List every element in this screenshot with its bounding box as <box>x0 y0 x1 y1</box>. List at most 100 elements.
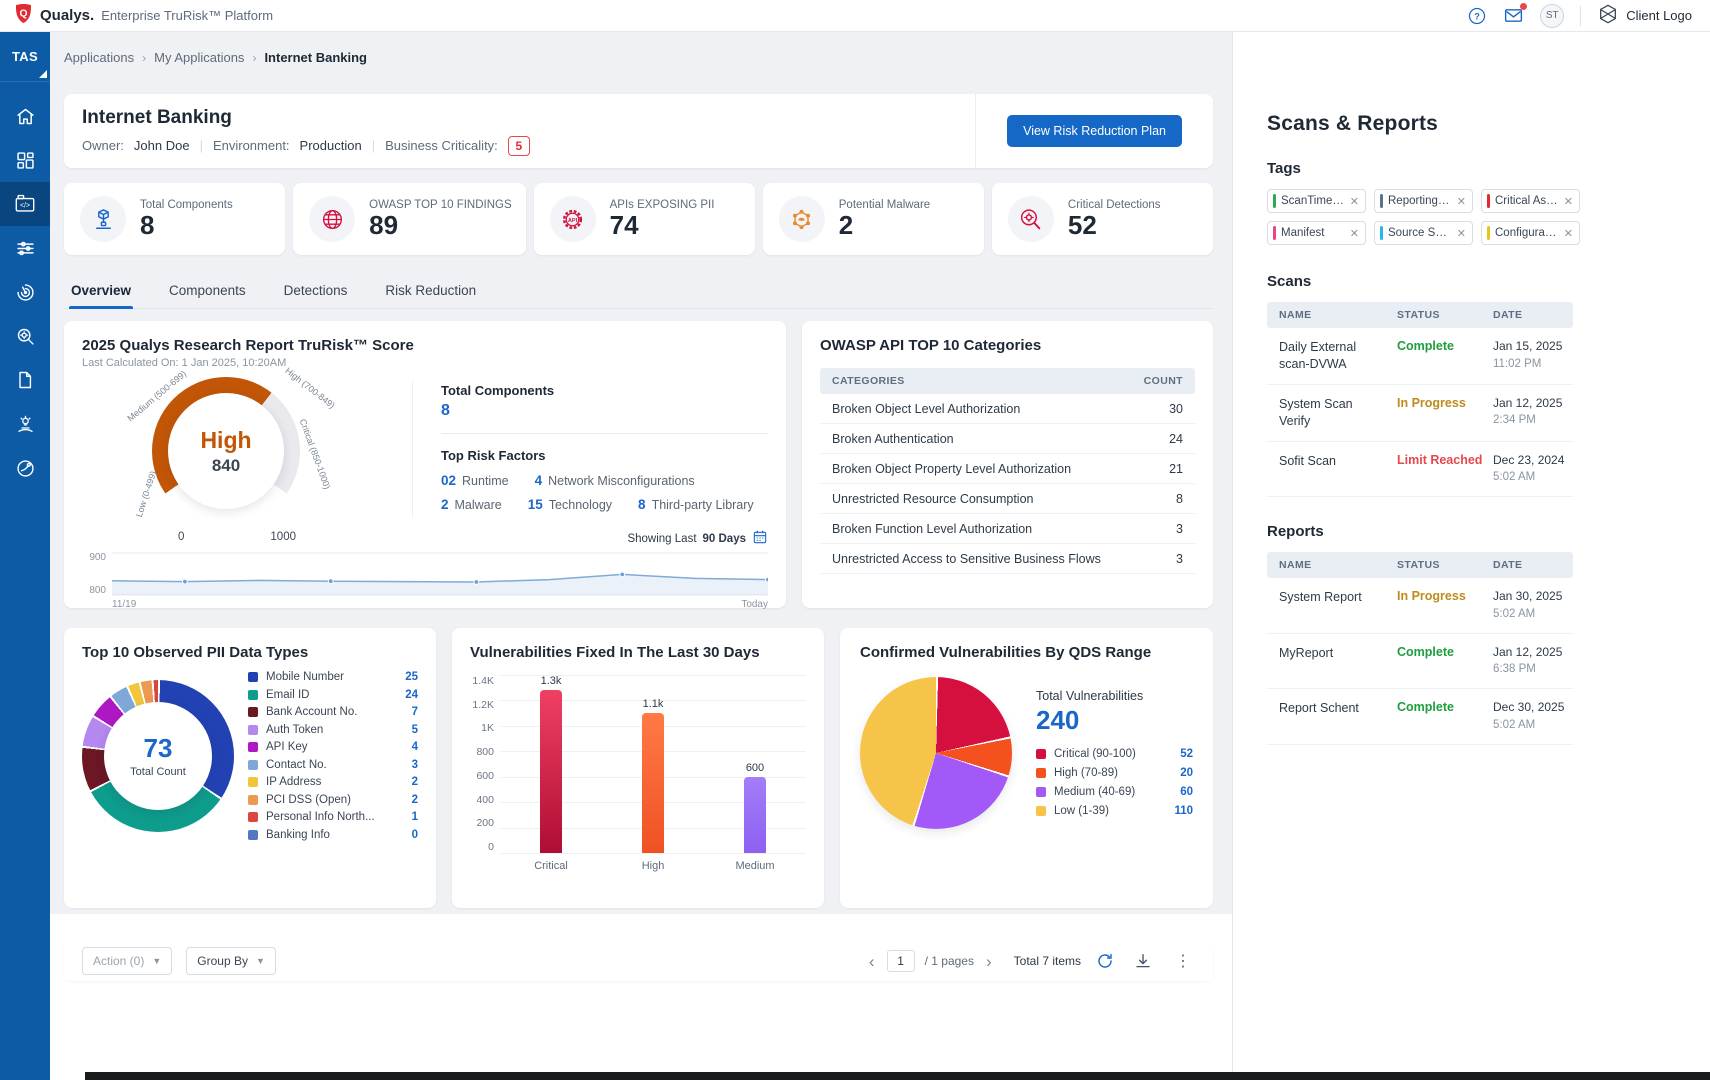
tag-close-icon[interactable]: ✕ <box>1564 195 1573 208</box>
row-name: System Scan Verify <box>1279 396 1397 430</box>
row-time: 5:02 AM <box>1493 718 1585 733</box>
help-icon[interactable]: ? <box>1467 6 1487 26</box>
tab-detections[interactable]: Detections <box>282 277 350 308</box>
document-icon <box>15 370 35 390</box>
legend-label: Medium (40-69) <box>1054 786 1172 798</box>
chevron-down-icon: ▼ <box>152 956 161 966</box>
bar-group-medium: 600Medium <box>725 675 785 853</box>
page-next-icon[interactable]: › <box>984 953 994 970</box>
reports-table-body: System ReportIn ProgressJan 30, 20255:02… <box>1267 578 1573 745</box>
calendar-icon[interactable] <box>752 529 768 548</box>
app-root: Q Qualys. Enterprise TruRisk™ Platform ?… <box>0 0 1710 1080</box>
page-input[interactable] <box>887 950 915 972</box>
legend-swatch <box>248 690 258 700</box>
tab-risk-reduction[interactable]: Risk Reduction <box>383 277 478 308</box>
pii-legend-item: Auth Token5 <box>248 724 418 736</box>
legend-value: 2 <box>412 794 418 806</box>
sidebar-item-investigate[interactable] <box>0 314 50 358</box>
gauge-max: 1000 <box>270 531 296 543</box>
mail-icon[interactable] <box>1503 5 1524 26</box>
risk-factor-label: Runtime <box>462 474 509 488</box>
bar-y-tick: 1K <box>470 722 494 734</box>
malware-icon <box>779 196 825 242</box>
bar-x-label: High <box>642 860 665 872</box>
legend-swatch <box>248 725 258 735</box>
trend-y-tick: 900 <box>82 552 106 563</box>
tag-close-icon[interactable]: ✕ <box>1564 227 1573 240</box>
pii-legend-item: Banking Info0 <box>248 829 418 841</box>
sidebar-item-documents[interactable] <box>0 358 50 402</box>
risk-factor-label: Network Misconfigurations <box>548 474 695 488</box>
showing-range: 90 Days <box>703 533 746 545</box>
sidebar-item-home[interactable] <box>0 94 50 138</box>
app-header-actions: View Risk Reduction Plan <box>975 94 1213 168</box>
breadcrumb-my-applications[interactable]: My Applications <box>154 50 244 65</box>
gauge-ring: High 840 <box>152 377 300 525</box>
row-name: System Report <box>1279 589 1397 622</box>
sidebar-item-dashboards[interactable] <box>0 138 50 182</box>
sidebar-item-settings[interactable] <box>0 226 50 270</box>
col-status: STATUS <box>1397 559 1493 571</box>
legend-label: Bank Account No. <box>266 706 404 718</box>
stat-text: OWASP TOP 10 FINDINGS89 <box>369 199 512 239</box>
tag-chip[interactable]: Reporting Ser... ✕ <box>1374 189 1473 213</box>
group-by-dropdown[interactable]: Group By▼ <box>186 947 276 975</box>
legend-swatch <box>248 812 258 822</box>
scans-table: NAME STATUS DATE Daily External scan-DVW… <box>1267 302 1573 497</box>
sidebar-item-api-security[interactable]: </> <box>0 182 50 226</box>
tag-label: ScanTimeMin... <box>1281 195 1345 207</box>
legend-value: 0 <box>412 829 418 841</box>
pii-total-value: 73 <box>144 733 173 764</box>
tag-chip[interactable]: ScanTimeMin... ✕ <box>1267 189 1366 213</box>
breadcrumb-current: Internet Banking <box>264 50 367 65</box>
legend-value: 5 <box>412 724 418 736</box>
view-risk-reduction-plan-button[interactable]: View Risk Reduction Plan <box>1007 115 1182 147</box>
risk-factor-count: 8 <box>638 497 646 512</box>
page-prev-icon[interactable]: ‹ <box>867 953 877 970</box>
group-by-label: Group By <box>197 954 248 968</box>
owasp-table-row: Broken Authentication24 <box>820 424 1195 454</box>
row-name: Daily External scan-DVWA <box>1279 339 1397 373</box>
legend-swatch <box>248 777 258 787</box>
download-icon[interactable] <box>1129 952 1157 970</box>
legend-value: 24 <box>405 689 418 701</box>
tag-chip[interactable]: Manifest✕ <box>1267 221 1366 245</box>
sidebar-item-insights[interactable] <box>0 402 50 446</box>
stat-value: 8 <box>140 212 233 239</box>
breadcrumb-applications[interactable]: Applications <box>64 50 134 65</box>
gauge-band-high: High (700-849) <box>283 366 336 411</box>
tag-chip[interactable]: Critical Assets✕ <box>1481 189 1580 213</box>
action-dropdown[interactable]: Action (0)▼ <box>82 947 172 975</box>
pii-legend-item: PCI DSS (Open)2 <box>248 794 418 806</box>
bar-y-tick: 800 <box>470 746 494 758</box>
legend-value: 52 <box>1180 748 1193 760</box>
stat-text: APIs EXPOSING PII74 <box>610 199 715 239</box>
legend-value: 25 <box>405 671 418 683</box>
client-logo-icon <box>1597 3 1619 28</box>
refresh-icon[interactable] <box>1091 952 1119 970</box>
gauge-band-critical: Critical (850-1000) <box>298 418 333 491</box>
owasp-count: 21 <box>1169 462 1183 476</box>
kpi-stats-row: Total Components8OWASP TOP 10 FINDINGS89… <box>64 183 1213 255</box>
tag-chip[interactable]: Source Synte...✕ <box>1374 221 1473 245</box>
kebab-menu-icon[interactable]: ⋮ <box>1167 951 1199 971</box>
trend-plot <box>112 552 768 596</box>
sidebar-item-radar[interactable] <box>0 270 50 314</box>
total-components-value: 8 <box>441 402 768 420</box>
tag-chip[interactable]: Configurations✕ <box>1481 221 1580 245</box>
avatar[interactable]: ST <box>1540 4 1564 28</box>
pii-legend-item: API Key4 <box>248 741 418 753</box>
tag-close-icon[interactable]: ✕ <box>1457 227 1466 240</box>
module-picker[interactable]: TAS <box>0 32 50 82</box>
tab-overview[interactable]: Overview <box>69 277 133 308</box>
row-time: 2:34 PM <box>1493 413 1585 428</box>
tab-components[interactable]: Components <box>167 277 248 308</box>
sidebar-item-integrations[interactable] <box>0 446 50 490</box>
tag-close-icon[interactable]: ✕ <box>1457 195 1466 208</box>
dashboard-icon <box>15 150 36 171</box>
tag-label: Reporting Ser... <box>1388 195 1452 207</box>
client-logo[interactable]: Client Logo <box>1597 3 1692 28</box>
tag-close-icon[interactable]: ✕ <box>1350 195 1359 208</box>
row-time: 11:02 PM <box>1493 357 1585 372</box>
tag-close-icon[interactable]: ✕ <box>1350 227 1359 240</box>
